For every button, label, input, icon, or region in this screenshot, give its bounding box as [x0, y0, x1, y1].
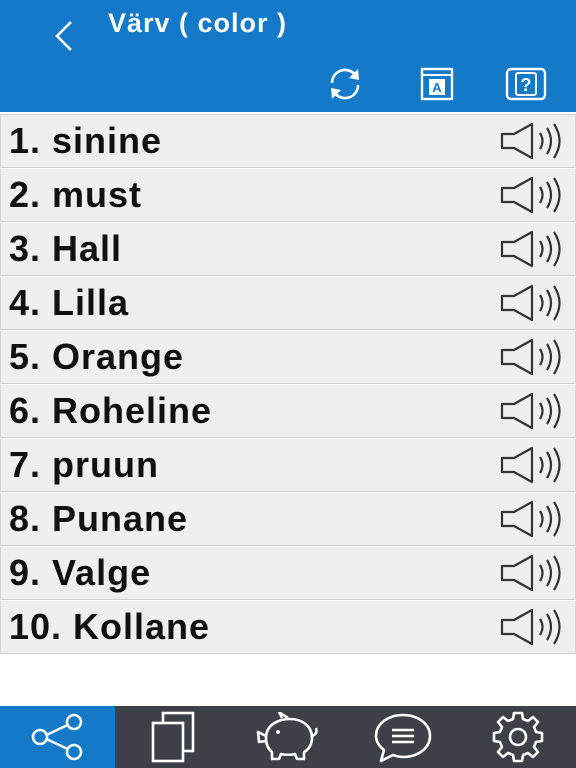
share-icon: [31, 713, 82, 761]
chevron-left-icon: [55, 21, 72, 51]
word-label: 7. pruun: [9, 444, 159, 485]
word-label: 6. Roheline: [9, 390, 213, 431]
list-item[interactable]: 4. Lilla: [0, 277, 576, 330]
list-item[interactable]: 1. sinine: [0, 115, 576, 168]
list-item[interactable]: 7. pruun: [0, 439, 576, 492]
refresh-button[interactable]: [322, 64, 368, 104]
play-audio-button[interactable]: [499, 552, 565, 594]
help-icon: ?: [505, 67, 547, 101]
play-audio-button[interactable]: [499, 174, 565, 216]
play-audio-button[interactable]: [499, 606, 565, 648]
speaker-icon: [500, 176, 561, 214]
word-label: 5. Orange: [9, 336, 185, 377]
page-title: Värv ( color ): [108, 8, 288, 38]
speaker-icon: [500, 392, 561, 430]
play-audio-button[interactable]: [499, 390, 565, 432]
help-button[interactable]: ?: [503, 64, 549, 104]
speaker-icon: [500, 338, 561, 376]
word-label: 1. sinine: [9, 120, 163, 161]
dictionary-icon: A: [420, 67, 454, 101]
word-label: 10. Kollane: [9, 606, 211, 647]
speaker-icon: [500, 122, 561, 160]
bottom-tab-bar: [0, 706, 576, 768]
piggy-bank-icon: [256, 712, 318, 761]
speaker-icon: [500, 446, 561, 484]
list-item[interactable]: 3. Hall: [0, 223, 576, 276]
list-item[interactable]: 10. Kollane: [0, 601, 576, 654]
speaker-icon: [500, 284, 561, 322]
play-audio-button[interactable]: [499, 228, 565, 270]
list-item[interactable]: 8. Punane: [0, 493, 576, 546]
back-button[interactable]: [44, 16, 84, 56]
play-audio-button[interactable]: [499, 498, 565, 540]
list-item[interactable]: 5. Orange: [0, 331, 576, 384]
top-bar: Värv ( color ) A ?: [0, 0, 576, 112]
word-list: 1. sinine 2. must 3. Hall 4. Lilla 5. Or…: [0, 114, 576, 654]
word-label: 9. Valge: [9, 552, 152, 593]
gear-icon: [493, 711, 544, 763]
tab-settings[interactable]: [461, 706, 576, 768]
tab-copy[interactable]: [115, 706, 230, 768]
list-item[interactable]: 9. Valge: [0, 547, 576, 600]
speaker-icon: [500, 230, 561, 268]
dictionary-button[interactable]: A: [414, 64, 460, 104]
refresh-icon: [330, 68, 360, 100]
copy-icon: [151, 711, 195, 763]
list-item[interactable]: 2. must: [0, 169, 576, 222]
tab-share[interactable]: [0, 706, 116, 768]
tab-chat[interactable]: [346, 706, 461, 768]
play-audio-button[interactable]: [499, 120, 565, 162]
speaker-icon: [500, 500, 561, 538]
list-item[interactable]: 6. Roheline: [0, 385, 576, 438]
help-glyph: ?: [521, 75, 532, 95]
tab-piggy-bank[interactable]: [230, 706, 345, 768]
word-label: 3. Hall: [9, 228, 123, 269]
dictionary-glyph: A: [432, 80, 442, 95]
word-label: 2. must: [9, 174, 143, 215]
speaker-icon: [500, 608, 561, 646]
speaker-icon: [500, 554, 561, 592]
word-label: 4. Lilla: [9, 282, 130, 323]
word-label: 8. Punane: [9, 498, 189, 539]
play-audio-button[interactable]: [499, 282, 565, 324]
play-audio-button[interactable]: [499, 444, 565, 486]
play-audio-button[interactable]: [499, 336, 565, 378]
chat-icon: [374, 713, 432, 763]
